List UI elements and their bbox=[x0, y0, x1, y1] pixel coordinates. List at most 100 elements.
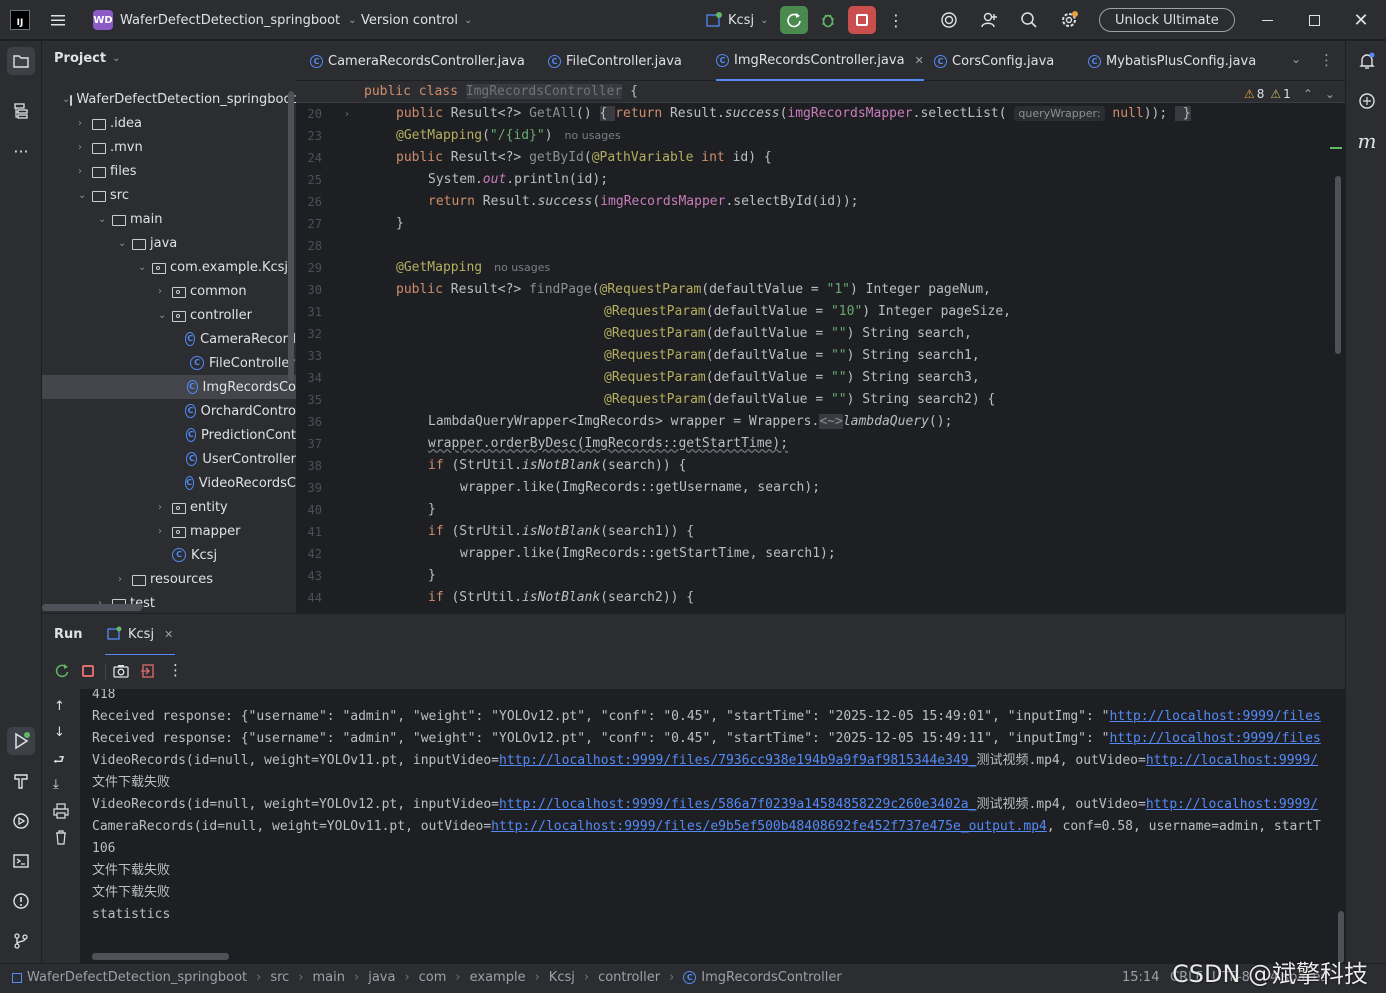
maximize-button[interactable] bbox=[1302, 0, 1326, 40]
inspection-widget[interactable]: ⚠ 8 ⚠ 1 ⌃ ⌄ bbox=[1244, 87, 1335, 101]
arrow-down-icon[interactable]: ↓ bbox=[54, 725, 65, 740]
tree-item[interactable]: ⌄ src bbox=[42, 183, 296, 207]
console-link[interactable]: http://localhost:9999/files/e9b5ef500b48… bbox=[491, 819, 1047, 834]
rerun-icon[interactable] bbox=[54, 663, 70, 683]
trash-icon[interactable] bbox=[53, 829, 69, 849]
more-tools-icon[interactable]: ··· bbox=[7, 137, 35, 165]
previous-highlight-icon[interactable]: ⌃ bbox=[1303, 87, 1313, 101]
breadcrumb-item[interactable]: src bbox=[270, 970, 289, 985]
run-tool-icon[interactable] bbox=[7, 727, 35, 755]
tree-item[interactable]: C FileController bbox=[42, 351, 296, 375]
tree-item[interactable]: C Kcsj bbox=[42, 543, 296, 567]
console-link[interactable]: http://localhost:9999/files/586a7f0239a1… bbox=[499, 797, 976, 812]
chevron-down-icon[interactable]: ⌄ bbox=[98, 214, 112, 225]
more-options-icon[interactable]: ⋮ bbox=[168, 661, 183, 679]
soft-wrap-icon[interactable]: ⮐ bbox=[53, 751, 65, 773]
tree-item[interactable]: ⌄ main bbox=[42, 207, 296, 231]
console-link[interactable]: http://localhost:9999/files bbox=[1109, 709, 1320, 724]
rerun-button[interactable] bbox=[780, 6, 808, 34]
editor-tab[interactable]: C CorsConfig.java bbox=[934, 41, 1054, 81]
build-tool-icon[interactable] bbox=[7, 767, 35, 795]
close-tab-icon[interactable]: ✕ bbox=[915, 54, 924, 67]
terminal-tool-icon[interactable] bbox=[7, 847, 35, 875]
chevron-right-icon[interactable]: › bbox=[158, 502, 172, 513]
console-link[interactable]: http://localhost:9999/files/7936cc938e19… bbox=[499, 753, 976, 768]
tree-item[interactable]: C PredictionCont bbox=[42, 423, 296, 447]
git-tool-icon[interactable] bbox=[7, 927, 35, 955]
scroll-to-end-icon[interactable]: ⤓ bbox=[53, 777, 59, 792]
tree-item[interactable]: C ImgRecordsCo bbox=[42, 375, 296, 399]
fold-icon[interactable]: › bbox=[345, 109, 349, 120]
stop-button[interactable] bbox=[848, 6, 876, 34]
chevron-down-icon[interactable]: ⌄ bbox=[158, 310, 172, 321]
breadcrumb-item[interactable]: ImgRecordsController bbox=[701, 970, 841, 985]
minimize-button[interactable] bbox=[1255, 0, 1279, 40]
console-link[interactable]: http://localhost:9999/ bbox=[1146, 753, 1318, 768]
code-editor[interactable]: 1520232425262728293031323334353637383940… bbox=[296, 81, 1345, 613]
close-button[interactable]: ✕ bbox=[1349, 0, 1373, 40]
tree-item[interactable]: C UserController bbox=[42, 447, 296, 471]
chevron-right-icon[interactable]: › bbox=[158, 286, 172, 297]
chevron-down-icon[interactable]: ⌄ bbox=[138, 262, 152, 273]
ai-chat-icon[interactable] bbox=[1353, 87, 1381, 115]
console-output[interactable]: 418 Received response: {"username": "adm… bbox=[80, 689, 1345, 963]
debug-button[interactable] bbox=[814, 6, 842, 34]
exit-icon[interactable] bbox=[140, 663, 156, 683]
notifications-icon[interactable] bbox=[1353, 47, 1381, 75]
tree-item[interactable]: › common bbox=[42, 279, 296, 303]
tree-item[interactable]: C OrchardContro bbox=[42, 399, 296, 423]
tabs-dropdown-icon[interactable]: ⌄ bbox=[1291, 52, 1301, 66]
breadcrumb-item[interactable]: main bbox=[313, 970, 345, 985]
tree-item[interactable]: › mapper bbox=[42, 519, 296, 543]
run-config-selector[interactable]: Kcsj ⌄ bbox=[705, 0, 768, 40]
stop-icon[interactable] bbox=[82, 665, 94, 677]
chevron-right-icon[interactable]: › bbox=[78, 166, 92, 177]
console-link[interactable]: http://localhost:9999/ bbox=[1146, 797, 1318, 812]
chevron-down-icon[interactable]: ⌄ bbox=[78, 190, 92, 201]
project-tool-icon[interactable] bbox=[7, 47, 35, 75]
chevron-right-icon[interactable]: › bbox=[78, 142, 92, 153]
more-actions-icon[interactable]: ⋮ bbox=[882, 6, 910, 34]
caret-position[interactable]: 15:14 bbox=[1122, 970, 1159, 985]
breadcrumb-item[interactable]: java bbox=[368, 970, 395, 985]
ide-logo[interactable]: IJ bbox=[10, 0, 30, 40]
editor-tab[interactable]: C CameraRecordsController.java bbox=[310, 41, 525, 81]
services-tool-icon[interactable] bbox=[7, 807, 35, 835]
tree-item[interactable]: ⌄ WaferDefectDetection_springboot bbox=[42, 87, 296, 111]
structure-tool-icon[interactable] bbox=[7, 97, 35, 125]
main-menu-icon[interactable] bbox=[48, 0, 68, 40]
tree-item[interactable]: › files bbox=[42, 159, 296, 183]
run-tab-kcsj[interactable]: Kcsj ✕ bbox=[105, 614, 176, 656]
editor-tab[interactable]: C ImgRecordsController.java ✕ bbox=[716, 41, 924, 81]
tree-item[interactable]: ⌄ java bbox=[42, 231, 296, 255]
settings-gear-icon[interactable] bbox=[1055, 6, 1083, 34]
console-h-scrollbar[interactable] bbox=[92, 953, 229, 960]
close-tab-icon[interactable]: ✕ bbox=[164, 628, 173, 641]
search-icon[interactable] bbox=[1015, 6, 1043, 34]
tree-item[interactable]: › entity bbox=[42, 495, 296, 519]
chevron-down-icon[interactable]: ⌄ bbox=[118, 238, 132, 249]
chevron-down-icon[interactable]: ⌄ bbox=[62, 94, 70, 105]
editor-tab[interactable]: C FileController.java bbox=[548, 41, 682, 81]
add-user-icon[interactable] bbox=[975, 6, 1003, 34]
breadcrumb-item[interactable]: Kcsj bbox=[549, 970, 575, 985]
tree-item[interactable]: ⌄ controller bbox=[42, 303, 296, 327]
vertical-scrollbar[interactable] bbox=[288, 91, 294, 381]
horizontal-scrollbar[interactable] bbox=[42, 604, 142, 611]
chevron-right-icon[interactable]: › bbox=[118, 574, 132, 585]
breadcrumb-item[interactable]: WaferDefectDetection_springboot bbox=[27, 970, 247, 985]
tree-item[interactable]: › .idea bbox=[42, 111, 296, 135]
editor-scrollbar[interactable] bbox=[1335, 176, 1341, 354]
tree-item[interactable]: › .mvn bbox=[42, 135, 296, 159]
next-highlight-icon[interactable]: ⌄ bbox=[1325, 87, 1335, 101]
chevron-right-icon[interactable]: › bbox=[158, 526, 172, 537]
unlock-ultimate-button[interactable]: Unlock Ultimate bbox=[1099, 8, 1235, 32]
project-switcher[interactable]: WD WaferDefectDetection_springboot ⌄ bbox=[93, 0, 357, 40]
tree-item[interactable]: ⌄ com.example.Kcsj bbox=[42, 255, 296, 279]
console-link[interactable]: http://localhost:9999/files bbox=[1109, 731, 1320, 746]
print-icon[interactable] bbox=[53, 803, 69, 823]
breadcrumb-item[interactable]: controller bbox=[598, 970, 660, 985]
breadcrumb-item[interactable]: com bbox=[419, 970, 447, 985]
ai-assistant-icon[interactable] bbox=[935, 6, 963, 34]
chevron-right-icon[interactable]: › bbox=[78, 118, 92, 129]
